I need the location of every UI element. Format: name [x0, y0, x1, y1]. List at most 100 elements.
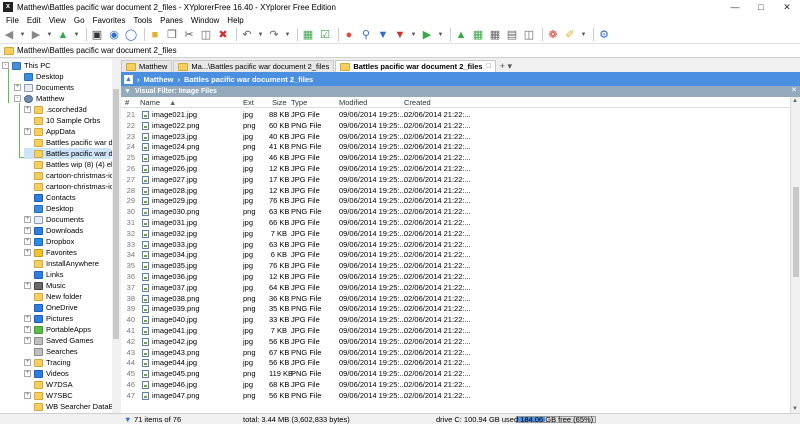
- table-row[interactable]: 37 image037.jpg jpg 64 KB JPG File 09/06/2014…: [121, 282, 790, 293]
- scroll-up-icon[interactable]: ▲: [792, 98, 798, 104]
- table-row[interactable]: 43 image043.png png 67 KB PNG File 09/06/2014…: [121, 347, 790, 358]
- up-dropdown-icon[interactable]: ▼: [73, 28, 80, 42]
- table-row[interactable]: 46 image046.jpg jpg 68 KB JPG File 09/06/2014…: [121, 379, 790, 390]
- folder-tree[interactable]: - This PC Desktop + Documents - Matthew + .scorc…: [0, 59, 120, 413]
- column-header-modified[interactable]: Modified: [339, 98, 367, 108]
- catalog-icon[interactable]: ▦: [301, 28, 315, 42]
- brush-icon[interactable]: ✐: [563, 28, 577, 42]
- breadcrumb-item-current[interactable]: Battles pacific war document 2_files: [184, 75, 313, 84]
- visual-filter-dropdown-icon[interactable]: ▼: [410, 28, 417, 42]
- tree-item[interactable]: + Documents: [14, 82, 111, 93]
- paste-icon[interactable]: ◫: [199, 28, 213, 42]
- expand-icon[interactable]: +: [24, 359, 31, 366]
- menu-item-view[interactable]: View: [45, 16, 70, 25]
- tree-item[interactable]: + Videos: [24, 368, 111, 379]
- tab-lock-icon[interactable]: □: [487, 63, 491, 70]
- tab-2[interactable]: Ma...\Battles pacific war document 2_fil…: [173, 60, 335, 72]
- maximize-icon[interactable]: □: [748, 2, 774, 12]
- tree-item[interactable]: + Favorites: [24, 247, 111, 258]
- color-filter-icon[interactable]: ●: [342, 28, 356, 42]
- search-icon[interactable]: ⚲: [359, 28, 373, 42]
- tree-item[interactable]: + Dropbox: [24, 236, 111, 247]
- tree-item[interactable]: cartoon-christmas-icon: [24, 181, 119, 192]
- cut-icon[interactable]: ✂: [182, 28, 196, 42]
- table-row[interactable]: 42 image042.jpg jpg 56 KB JPG File 09/06/2014…: [121, 336, 790, 347]
- table-row[interactable]: 38 image038.png png 36 KB PNG File 09/06/2014…: [121, 293, 790, 304]
- computer-icon[interactable]: ▣: [90, 28, 104, 42]
- expand-icon[interactable]: +: [24, 282, 31, 289]
- expand-icon[interactable]: +: [14, 84, 21, 91]
- tree-item[interactable]: InstallAnywhere: [24, 258, 111, 269]
- column-header-created[interactable]: Created: [404, 98, 431, 108]
- table-row[interactable]: 26 image026.jpg jpg 12 KB JPG File 09/06/2014…: [121, 163, 790, 174]
- expand-icon[interactable]: +: [24, 392, 31, 399]
- menu-item-tools[interactable]: Tools: [129, 16, 156, 25]
- plugin-icon[interactable]: ❁: [546, 28, 560, 42]
- panel-icon[interactable]: ▤: [505, 28, 519, 42]
- table-row[interactable]: 36 image036.jpg jpg 12 KB JPG File 09/06/2014…: [121, 271, 790, 282]
- tree-item[interactable]: Battles pacific war docu: [24, 137, 119, 148]
- close-icon[interactable]: ✕: [774, 2, 800, 13]
- tree-item[interactable]: Desktop: [24, 203, 111, 214]
- table-row[interactable]: 31 image031.jpg jpg 66 KB JPG File 09/06/2014…: [121, 217, 790, 228]
- undo-icon[interactable]: ↶: [240, 28, 254, 42]
- gear-icon[interactable]: ⚙: [597, 28, 611, 42]
- file-list-scrollbar[interactable]: ▲ ▼: [790, 97, 800, 413]
- filter-icon[interactable]: ▼: [376, 28, 390, 42]
- tree-item[interactable]: OneDrive: [24, 302, 111, 313]
- new-tab-button[interactable]: + ▾: [500, 61, 512, 72]
- tree-item[interactable]: + Tracing: [24, 357, 111, 368]
- brush-dropdown-icon[interactable]: ▼: [580, 28, 587, 42]
- layout-icon[interactable]: ▦: [471, 28, 485, 42]
- collapse-icon[interactable]: -: [2, 62, 9, 69]
- tree-item[interactable]: Contacts: [24, 192, 111, 203]
- tree-item[interactable]: WB Searcher DataBase: [24, 401, 119, 412]
- breadcrumb-up-icon[interactable]: ▲: [124, 74, 133, 84]
- tree-item[interactable]: + Downloads: [24, 225, 111, 236]
- tree-item[interactable]: W7DSA: [24, 379, 111, 390]
- collapse-icon[interactable]: -: [14, 95, 21, 102]
- tree-item[interactable]: - Matthew: [14, 93, 111, 104]
- table-row[interactable]: 25 image025.jpg jpg 46 KB JPG File 09/06/2014…: [121, 152, 790, 163]
- column-header-type[interactable]: Type: [291, 98, 307, 108]
- tree-item[interactable]: cartoon-christmas-icon: [24, 170, 119, 181]
- expand-icon[interactable]: +: [24, 227, 31, 234]
- tree-item[interactable]: New folder: [24, 291, 111, 302]
- forward-arrow-icon[interactable]: ▶: [29, 28, 43, 42]
- tree-scrollbar[interactable]: [112, 59, 120, 413]
- table-row[interactable]: 28 image028.jpg jpg 12 KB JPG File 09/06/2014…: [121, 185, 790, 196]
- breadcrumb-item-matthew[interactable]: Matthew: [144, 75, 174, 84]
- tree-item[interactable]: 10 Sample Orbs: [24, 115, 111, 126]
- scroll-down-icon[interactable]: ▼: [792, 406, 798, 412]
- table-row[interactable]: 29 image029.jpg jpg 76 KB JPG File 09/06/2014…: [121, 195, 790, 206]
- tree-scrollbar-thumb[interactable]: [113, 89, 119, 339]
- table-row[interactable]: 24 image024.png png 41 KB PNG File 09/06/2014…: [121, 141, 790, 152]
- tree-item[interactable]: Battles pacific war docu: [24, 148, 119, 159]
- delete-icon[interactable]: ✖: [216, 28, 230, 42]
- expand-icon[interactable]: +: [24, 216, 31, 223]
- up-arrow-icon[interactable]: ▲: [56, 28, 70, 42]
- tab-1[interactable]: Matthew: [121, 60, 173, 72]
- table-row[interactable]: 47 image047.png png 56 KB PNG File 09/06/2014…: [121, 390, 790, 401]
- menu-item-edit[interactable]: Edit: [23, 16, 45, 25]
- tree-item[interactable]: + AppData: [24, 126, 111, 137]
- table-row[interactable]: 21 image021.jpg jpg 88 KB JPG File 09/06/2014…: [121, 109, 790, 120]
- redo-dropdown-icon[interactable]: ▼: [284, 28, 291, 42]
- table-row[interactable]: 23 image023.jpg jpg 40 KB JPG File 09/06/2014…: [121, 131, 790, 142]
- expand-icon[interactable]: +: [24, 128, 31, 135]
- column-header-number[interactable]: #: [125, 98, 129, 108]
- table-row[interactable]: 44 image044.jpg jpg 56 KB JPG File 09/06/2014…: [121, 357, 790, 368]
- tree-item[interactable]: + W7SBC: [24, 390, 111, 401]
- target-icon[interactable]: ◉: [107, 28, 121, 42]
- address-bar[interactable]: Matthew\Battles pacific war document 2_f…: [0, 44, 800, 58]
- file-list-scrollbar-thumb[interactable]: [793, 187, 799, 277]
- tree-icon[interactable]: ▲: [454, 28, 468, 42]
- close-icon[interactable]: ✕: [791, 86, 797, 94]
- visual-filter-icon[interactable]: ▼: [393, 28, 407, 42]
- dual-pane-icon[interactable]: ◫: [522, 28, 536, 42]
- menu-item-file[interactable]: File: [2, 16, 23, 25]
- address-path[interactable]: Matthew\Battles pacific war document 2_f…: [17, 46, 177, 55]
- tab-3[interactable]: Battles pacific war document 2_files □: [335, 60, 496, 72]
- table-row[interactable]: 32 image032.jpg jpg 7 KB JPG File 09/06/2014 …: [121, 228, 790, 239]
- menu-item-go[interactable]: Go: [70, 16, 89, 25]
